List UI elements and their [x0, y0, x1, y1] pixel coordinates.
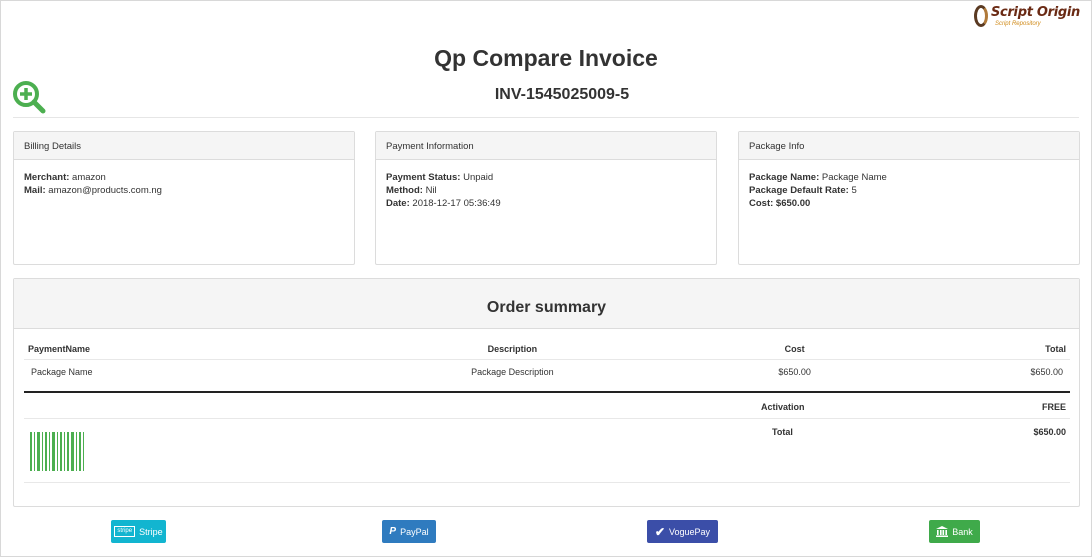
package-rate-value: 5	[851, 185, 857, 196]
col-cost: Cost	[784, 343, 805, 354]
payment-method-line: Method: Nil	[386, 185, 437, 196]
payment-status-value: Unpaid	[463, 172, 494, 183]
table-row: Package Name Package Description $650.00…	[24, 358, 1070, 385]
logo-tagline: Script Repository	[994, 20, 1041, 27]
order-summary-panel: Order summary PaymentName Description Co…	[13, 278, 1080, 507]
header-divider	[13, 117, 1079, 118]
order-table: PaymentName Description Cost Total Packa…	[24, 339, 1070, 385]
voguepay-label: VoguePay	[669, 526, 711, 537]
activation-label: Activation	[761, 402, 805, 412]
payment-information-panel: Payment Information Payment Status: Unpa…	[375, 131, 717, 265]
mail-value: amazon@products.com.ng	[48, 185, 162, 196]
script-origin-logo[interactable]: Script Origin Script Repository	[973, 4, 1080, 27]
activation-row: Activation FREE	[24, 393, 1070, 419]
row-cost: $650.00	[702, 358, 887, 385]
activation-value: FREE	[1041, 402, 1066, 412]
paypal-icon: P	[389, 526, 397, 537]
package-info-title: Package Info	[739, 132, 1079, 160]
payment-status-line: Payment Status: Unpaid	[386, 172, 494, 183]
order-table-header: PaymentName Description Cost Total	[24, 339, 1070, 359]
payment-information-title: Payment Information	[376, 132, 716, 160]
package-name-line: Package Name: Package Name	[749, 172, 887, 183]
bank-label: Bank	[952, 526, 973, 537]
payment-date-value: 2018-12-17 05:36:49	[412, 198, 501, 209]
logo-name: Script Origin	[990, 4, 1080, 20]
total-value: $650.00	[1033, 427, 1066, 437]
mail-line: Mail: amazon@products.com.ng	[24, 185, 162, 196]
col-payment-name: PaymentName	[28, 343, 91, 354]
logo-ring-icon	[973, 5, 988, 27]
page-title: Qp Compare Invoice	[434, 45, 658, 71]
col-total: Total	[1045, 343, 1066, 354]
voguepay-button[interactable]: ✔ VoguePay	[647, 520, 718, 543]
package-rate-line: Package Default Rate: 5	[749, 185, 857, 196]
package-cost-line: Cost: $650.00	[749, 198, 811, 209]
stripe-label: Stripe	[139, 526, 163, 537]
payment-date-line: Date: 2018-12-17 05:36:49	[386, 198, 501, 209]
barcode-icon	[30, 432, 84, 471]
payment-method-value: Nil	[425, 185, 437, 196]
summary-bottom-divider	[24, 482, 1070, 483]
merchant-value: amazon	[72, 172, 106, 183]
merchant-line: Merchant: amazon	[24, 172, 106, 183]
invoice-number: INV-1545025009-5	[494, 86, 630, 103]
total-label: Total	[772, 427, 793, 437]
package-name-value: Package Name	[821, 172, 887, 183]
row-name: Package Name	[24, 358, 322, 385]
row-description: Package Description	[321, 358, 703, 385]
col-description: Description	[487, 343, 538, 354]
total-row: Total $650.00	[24, 419, 1070, 445]
bank-button[interactable]: Bank	[929, 520, 980, 543]
stripe-button[interactable]: stripe Stripe	[111, 520, 166, 543]
billing-details-panel: Billing Details Merchant: amazon Mail: a…	[13, 131, 355, 265]
check-icon: ✔	[654, 524, 665, 539]
stripe-icon: stripe	[114, 526, 136, 537]
paypal-button[interactable]: P PayPal	[382, 520, 436, 543]
order-summary-title: Order summary	[14, 279, 1079, 329]
billing-details-title: Billing Details	[14, 132, 354, 160]
row-total: $650.00	[886, 358, 1070, 385]
bank-icon	[936, 526, 949, 537]
package-info-panel: Package Info Package Name: Package Name …	[738, 131, 1080, 265]
package-cost-value: $650.00	[775, 198, 811, 209]
zoom-in-icon[interactable]	[12, 80, 46, 114]
paypal-label: PayPal	[400, 526, 429, 537]
